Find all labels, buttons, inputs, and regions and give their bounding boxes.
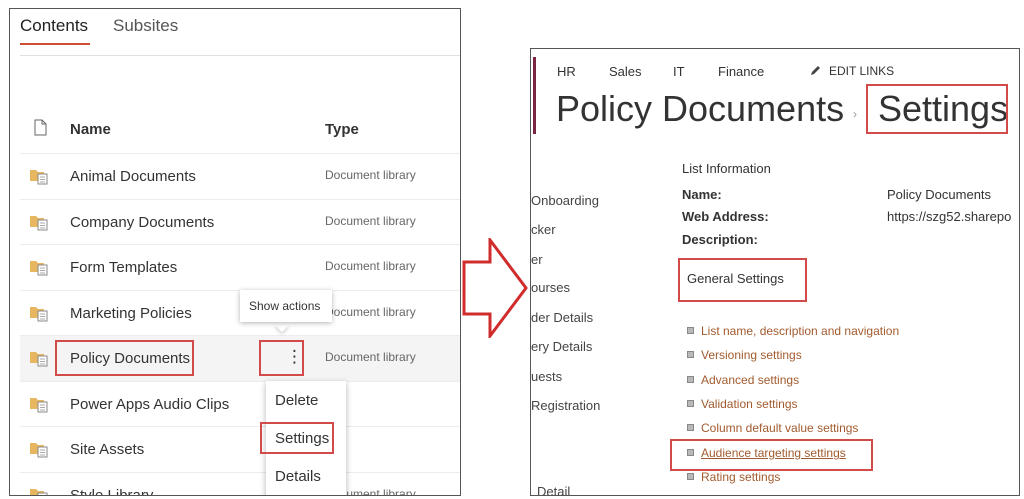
pencil-icon[interactable] <box>809 64 822 77</box>
column-header-type[interactable]: Type <box>325 121 359 138</box>
menu-item-details[interactable]: Details <box>275 468 321 485</box>
library-icon <box>30 352 48 367</box>
tab-subsites[interactable]: Subsites <box>113 16 178 36</box>
library-icon <box>30 261 48 276</box>
tab-contents[interactable]: Contents <box>20 16 88 36</box>
list-item[interactable]: Company Documents Document library <box>20 199 460 245</box>
column-header-name[interactable]: Name <box>70 121 111 138</box>
list-item-type: Document library <box>325 214 416 228</box>
menu-item-delete[interactable]: Delete <box>275 392 318 409</box>
list-item-name[interactable]: Animal Documents <box>70 168 196 185</box>
bullet-icon <box>687 400 694 408</box>
bullet-icon <box>687 376 694 384</box>
list-item[interactable]: Site Assets <box>20 426 460 472</box>
sidebar-item[interactable]: der Details <box>531 310 593 325</box>
list-item-name[interactable]: Power Apps Audio Clips <box>70 396 229 413</box>
list-item[interactable]: Animal Documents Document library <box>20 153 460 199</box>
tabs-divider <box>20 55 460 56</box>
document-icon <box>34 119 47 136</box>
list-title-breadcrumb[interactable]: Policy Documents <box>556 88 844 130</box>
show-actions-tooltip: Show actions <box>240 290 332 322</box>
nav-link-finance[interactable]: Finance <box>718 64 764 79</box>
library-icon <box>30 307 48 322</box>
list-information-heading: List Information <box>682 161 771 176</box>
bullet-icon <box>687 424 694 432</box>
sidebar-item[interactable]: Detail <box>537 484 570 495</box>
web-address-label: Web Address: <box>682 209 769 224</box>
bullet-icon <box>687 327 694 335</box>
tooltip-text: Show actions <box>249 299 321 313</box>
sidebar-item[interactable]: uests <box>531 369 562 384</box>
list-item-name[interactable]: Style Library <box>70 487 153 495</box>
settings-link-rating[interactable]: Rating settings <box>687 470 780 484</box>
active-tab-indicator <box>20 43 90 45</box>
list-item-type: Document library <box>325 350 416 364</box>
name-label: Name: <box>682 187 722 202</box>
list-item-name[interactable]: Site Assets <box>70 441 144 458</box>
highlight-more-actions <box>259 340 304 376</box>
library-icon <box>30 216 48 231</box>
highlight-settings-menu-item <box>260 422 334 454</box>
list-settings-panel: HR Sales IT Finance EDIT LINKS Policy Do… <box>530 48 1020 496</box>
settings-link-versioning[interactable]: Versioning settings <box>687 348 802 362</box>
sidebar-item[interactable]: cker <box>531 222 556 237</box>
highlight-general-settings <box>678 258 807 302</box>
list-item[interactable]: Style Library Document library <box>20 472 460 495</box>
nav-link-hr[interactable]: HR <box>557 64 576 79</box>
highlight-policy-documents <box>55 340 194 376</box>
list-item[interactable]: Form Templates Document library <box>20 244 460 290</box>
bullet-icon <box>687 351 694 359</box>
nav-link-sales[interactable]: Sales <box>609 64 642 79</box>
library-icon <box>30 443 48 458</box>
list-item-name[interactable]: Form Templates <box>70 259 177 276</box>
list-item-type: Document library <box>325 259 416 273</box>
site-accent-bar <box>533 57 536 134</box>
bullet-icon <box>687 473 694 481</box>
highlight-settings-title <box>866 84 1008 134</box>
list-item-type: Document library <box>325 168 416 182</box>
list-item-name[interactable]: Marketing Policies <box>70 305 192 322</box>
sidebar-item[interactable]: er <box>531 252 543 267</box>
edit-links-button[interactable]: EDIT LINKS <box>829 64 894 78</box>
highlight-audience-targeting <box>670 439 873 471</box>
sidebar-item[interactable]: Registration <box>531 398 600 413</box>
settings-link-list-name[interactable]: List name, description and navigation <box>687 324 899 338</box>
settings-link-advanced[interactable]: Advanced settings <box>687 373 799 387</box>
list-item-name[interactable]: Company Documents <box>70 214 214 231</box>
sidebar-item[interactable]: ourses <box>531 280 570 295</box>
list-item-type: Document library <box>325 305 416 319</box>
settings-link-column-default[interactable]: Column default value settings <box>687 421 858 435</box>
web-address-value: https://szg52.sharepo <box>887 209 1012 224</box>
settings-link-validation[interactable]: Validation settings <box>687 397 798 411</box>
library-icon <box>30 489 48 495</box>
library-icon <box>30 398 48 413</box>
list-item[interactable]: Power Apps Audio Clips <box>20 381 460 427</box>
right-arrow-icon <box>462 238 528 338</box>
library-icon <box>30 170 48 185</box>
sidebar-item[interactable]: Onboarding <box>531 193 599 208</box>
breadcrumb-separator: › <box>853 107 857 121</box>
nav-link-it[interactable]: IT <box>673 64 685 79</box>
description-label: Description: <box>682 232 758 247</box>
name-value: Policy Documents <box>887 187 992 202</box>
site-contents-panel: Contents Subsites Name Type Animal Docum… <box>9 8 461 496</box>
sidebar-item[interactable]: ery Details <box>531 339 592 354</box>
